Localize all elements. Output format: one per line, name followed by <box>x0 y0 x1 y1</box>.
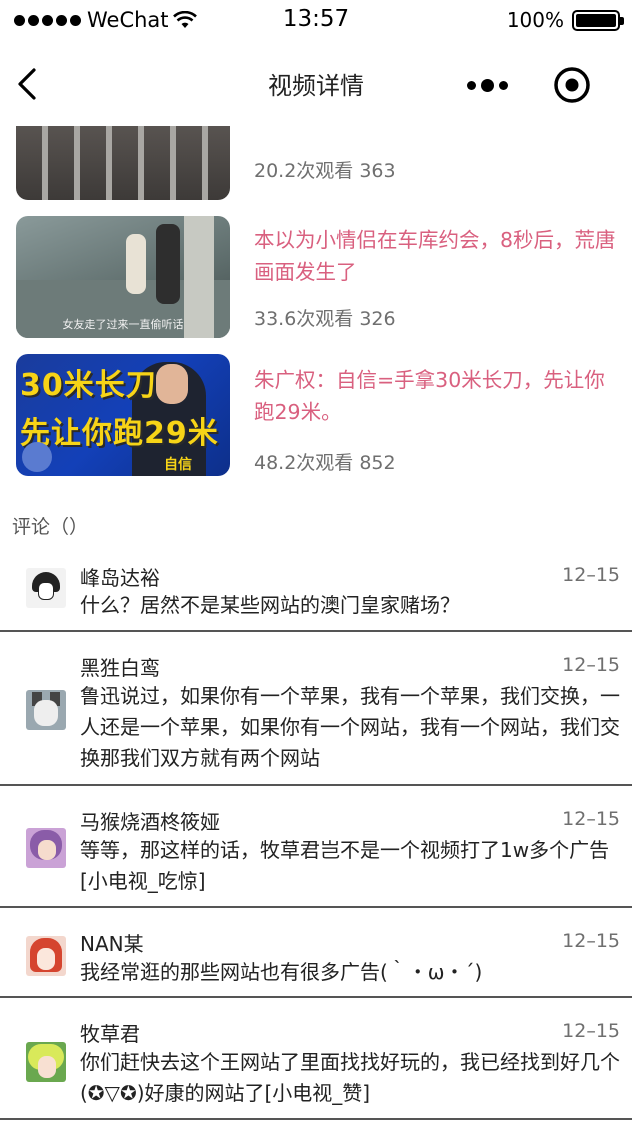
more-dots-icon <box>466 80 476 90</box>
thumbnail-caption: 女友走了过来一直偷听话 <box>62 318 184 331</box>
video-thumbnail: 女友走了过来一直偷听话 <box>16 216 230 338</box>
comment-author[interactable]: 牧草君 <box>80 1018 140 1047</box>
avatar[interactable] <box>26 936 66 976</box>
video-title[interactable]: 本以为小情侣在车库约会，8秒后，荒唐画面发生了 <box>254 224 624 288</box>
video-thumbnail <box>16 126 230 200</box>
comment-item[interactable]: 牧草君 12–15 你们赶快去这个王网站了里面找找好玩的，我已经找到好几个(✪▽… <box>0 998 632 1120</box>
comment-date: 12–15 <box>562 564 620 586</box>
thumbnail-tag: 自信 <box>164 457 192 473</box>
comment-date: 12–15 <box>562 654 620 676</box>
comment-text: 鲁迅说过，如果你有一个苹果，我有一个苹果，我们交换，一人还是一个苹果，如果你有一… <box>80 684 620 770</box>
avatar[interactable] <box>26 1042 66 1082</box>
navigation-bar: 视频详情 <box>0 40 632 126</box>
battery-fill <box>576 13 616 27</box>
video-item[interactable]: 20.2次观看 363 <box>0 126 632 200</box>
video-item[interactable]: 女友走了过来一直偷听话 本以为小情侣在车库约会，8秒后，荒唐画面发生了 33.6… <box>0 216 632 348</box>
comment-text: 什么？居然不是某些网站的澳门皇家赌场？ <box>80 593 460 617</box>
thumbnail-headline: 先让你跑29米 <box>20 416 219 451</box>
page-title: 视频详情 <box>268 72 364 100</box>
video-meta: 33.6次观看 326 <box>254 308 396 330</box>
comment-text: 你们赶快去这个王网站了里面找找好玩的，我已经找到好几个(✪▽✪)好康的网站了[小… <box>80 1050 620 1105</box>
battery-percent: 100% <box>506 8 564 32</box>
video-item[interactable]: 30米长刀 先让你跑29米 自信 朱广权：自信=手拿30米长刀，先让你跑29米。… <box>0 354 632 486</box>
video-thumbnail: 30米长刀 先让你跑29米 自信 <box>16 354 230 476</box>
more-button[interactable] <box>462 70 512 100</box>
comment-item[interactable]: 峰岛达裕 12–15 什么？居然不是某些网站的澳门皇家赌场？ <box>0 556 632 632</box>
avatar[interactable] <box>26 690 66 730</box>
battery-icon <box>572 9 624 31</box>
comment-date: 12–15 <box>562 930 620 952</box>
comment-author[interactable]: 峰岛达裕 <box>80 562 160 591</box>
content-scroll[interactable]: 20.2次观看 363 女友走了过来一直偷听话 本以为小情侣在车库约会，8秒后，… <box>0 126 632 1128</box>
comment-author[interactable]: NAN某 <box>80 928 144 957</box>
comment-item[interactable]: NAN某 12–15 我经常逛的那些网站也有很多广告(｀・ω・´) <box>0 908 632 998</box>
comment-date: 12–15 <box>562 1020 620 1042</box>
battery-group: 100% <box>506 8 624 32</box>
avatar[interactable] <box>26 568 66 608</box>
comment-author[interactable]: 马猴烧酒柊筱娅 <box>80 806 220 835</box>
comment-date: 12–15 <box>562 808 620 830</box>
status-bar: WeChat 13:57 100% <box>0 0 632 40</box>
comment-text: 等等，那这样的话，牧草君岂不是一个视频打了1w多个广告[小电视_吃惊] <box>80 838 610 893</box>
close-miniprogram-button[interactable] <box>553 66 591 104</box>
avatar[interactable] <box>26 828 66 868</box>
video-meta: 48.2次观看 852 <box>254 452 396 474</box>
comment-item[interactable]: 马猴烧酒柊筱娅 12–15 等等，那这样的话，牧草君岂不是一个视频打了1w多个广… <box>0 786 632 908</box>
comment-text: 我经常逛的那些网站也有很多广告(｀・ω・´) <box>80 960 483 984</box>
target-close-icon <box>554 67 590 103</box>
video-meta: 20.2次观看 363 <box>254 160 396 182</box>
thumbnail-headline: 30米长刀 <box>20 368 157 403</box>
video-title[interactable]: 朱广权：自信=手拿30米长刀，先让你跑29米。 <box>254 364 624 428</box>
comments-header: 评论（） <box>12 516 89 538</box>
comment-item[interactable]: 黑狌白鸾 12–15 鲁迅说过，如果你有一个苹果，我有一个苹果，我们交换，一人还… <box>0 632 632 786</box>
comment-author[interactable]: 黑狌白鸾 <box>80 652 160 681</box>
